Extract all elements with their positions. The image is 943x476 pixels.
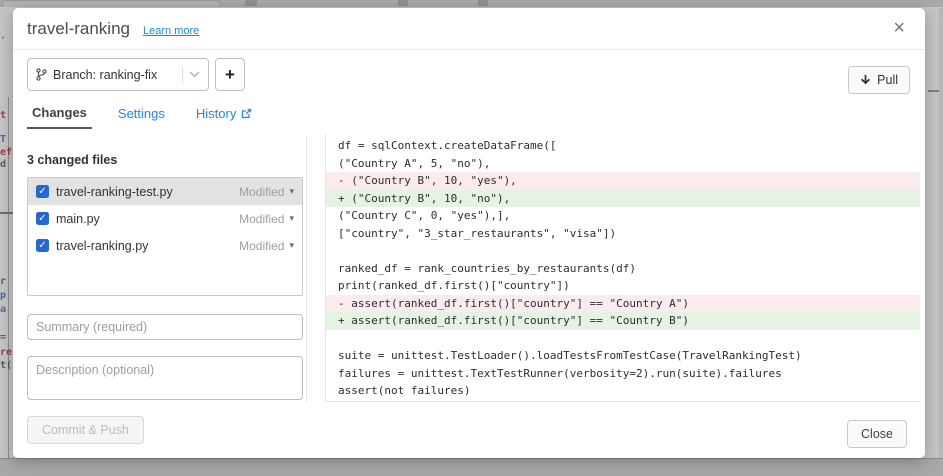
file-status-label: Modified: [239, 212, 284, 226]
file-row[interactable]: ✓ travel-ranking-test.py Modified ▾: [28, 178, 302, 205]
file-status-label: Modified: [239, 239, 284, 253]
background-editor-fragment: p: [0, 290, 6, 301]
file-checkbox[interactable]: ✓: [36, 212, 49, 225]
background-editor-tab: [2, 0, 221, 7]
diff-line: ("Country A", 5, "no"),: [326, 155, 920, 173]
download-arrow-icon: [860, 74, 871, 86]
diff-line: ("Country C", 0, "yes"),],: [326, 207, 920, 225]
caret-down-icon: ▾: [289, 240, 294, 251]
pull-label: Pull: [877, 73, 898, 87]
caret-down-icon: ▾: [289, 213, 294, 224]
close-icon[interactable]: ×: [893, 18, 905, 38]
diff-line: [326, 330, 920, 348]
diff-line: [326, 242, 920, 260]
diff-line: + assert(ranked_df.first()["country"] ==…: [326, 312, 920, 330]
diff-line: + ("Country B", 10, "no"),: [326, 190, 920, 208]
file-status-dropdown[interactable]: Modified ▾: [239, 239, 294, 253]
file-checkbox[interactable]: ✓: [36, 239, 49, 252]
learn-more-link[interactable]: Learn more: [143, 25, 199, 37]
file-row[interactable]: ✓ travel-ranking.py Modified ▾: [28, 232, 302, 259]
diff-line: print(ranked_df.first()["country"]): [326, 277, 920, 295]
background-editor-fragment: re: [0, 347, 12, 358]
background-editor-fragment: ef: [0, 147, 12, 158]
file-status-dropdown[interactable]: Modified ▾: [239, 185, 294, 199]
changed-files-count: 3 changed files: [27, 153, 117, 167]
file-status-label: Modified: [239, 185, 284, 199]
background-editor-fragment: d: [0, 159, 6, 170]
background-editor-fragment: T: [0, 134, 6, 145]
diff-line: ranked_df = rank_countries_by_restaurant…: [326, 260, 920, 278]
git-dialog: travel-ranking Learn more × Branch: rank…: [13, 8, 925, 458]
dialog-header: travel-ranking Learn more: [13, 8, 925, 50]
file-name: travel-ranking.py: [56, 239, 148, 253]
file-list: ✓ travel-ranking-test.py Modified ▾ ✓ main.py…: [27, 177, 303, 296]
background-editor-fragment: r: [0, 276, 6, 287]
summary-input[interactable]: [27, 314, 303, 340]
background-statusbar: [0, 458, 943, 476]
background-editor-fragment: t(: [0, 360, 12, 371]
column-divider: [306, 136, 307, 402]
file-name: travel-ranking-test.py: [56, 185, 173, 199]
new-branch-button[interactable]: +: [215, 58, 245, 91]
diff-view[interactable]: df = sqlContext.createDataFrame([("Count…: [325, 134, 920, 402]
file-status-dropdown[interactable]: Modified ▾: [239, 212, 294, 226]
divider: [182, 67, 183, 83]
tab-bar: Changes Settings History: [27, 105, 257, 129]
background-scrollbar: [939, 8, 943, 458]
tab-changes[interactable]: Changes: [27, 105, 92, 129]
branch-selector[interactable]: Branch: ranking-fix: [27, 58, 209, 91]
dialog-title: travel-ranking: [27, 19, 130, 39]
tab-settings[interactable]: Settings: [113, 105, 170, 129]
diff-line: failures = unittest.TextTestRunner(verbo…: [326, 365, 920, 383]
close-button[interactable]: Close: [847, 420, 907, 448]
background-editor-fragment: a: [0, 304, 6, 315]
chevron-down-icon: [189, 71, 200, 78]
background-toolbar-icon: [478, 0, 488, 6]
external-link-icon: [241, 108, 252, 119]
commit-push-button[interactable]: Commit & Push: [27, 416, 144, 444]
git-branch-icon: [36, 68, 47, 81]
diff-line: - ("Country B", 10, "yes"),: [326, 172, 920, 190]
background-editor-fragment: =: [0, 332, 6, 343]
background-editor-fragment: t: [0, 110, 6, 121]
screen: · /tTefdrpa=ret( travel-ranking Learn mo…: [0, 0, 943, 475]
background-toolbar-icon: [398, 0, 408, 6]
description-input[interactable]: [27, 356, 303, 400]
pull-button[interactable]: Pull: [848, 66, 910, 94]
tab-history[interactable]: History: [191, 105, 257, 129]
background-editor-divider: [0, 212, 13, 214]
caret-down-icon: ▾: [289, 186, 294, 197]
diff-line: df = sqlContext.createDataFrame([: [326, 137, 920, 155]
file-name: main.py: [56, 212, 100, 226]
background-toolbar-icon: [245, 0, 257, 6]
diff-line: assert(not failures): [326, 382, 920, 400]
diff-line: suite = unittest.TestLoader().loadTestsF…: [326, 347, 920, 365]
diff-line: ["country", "3_star_restaurants", "visa"…: [326, 225, 920, 243]
branch-label: Branch: ranking-fix: [53, 68, 157, 82]
file-row[interactable]: ✓ main.py Modified ▾: [28, 205, 302, 232]
file-checkbox[interactable]: ✓: [36, 185, 49, 198]
diff-line: - assert(ranked_df.first()["country"] ==…: [326, 295, 920, 313]
